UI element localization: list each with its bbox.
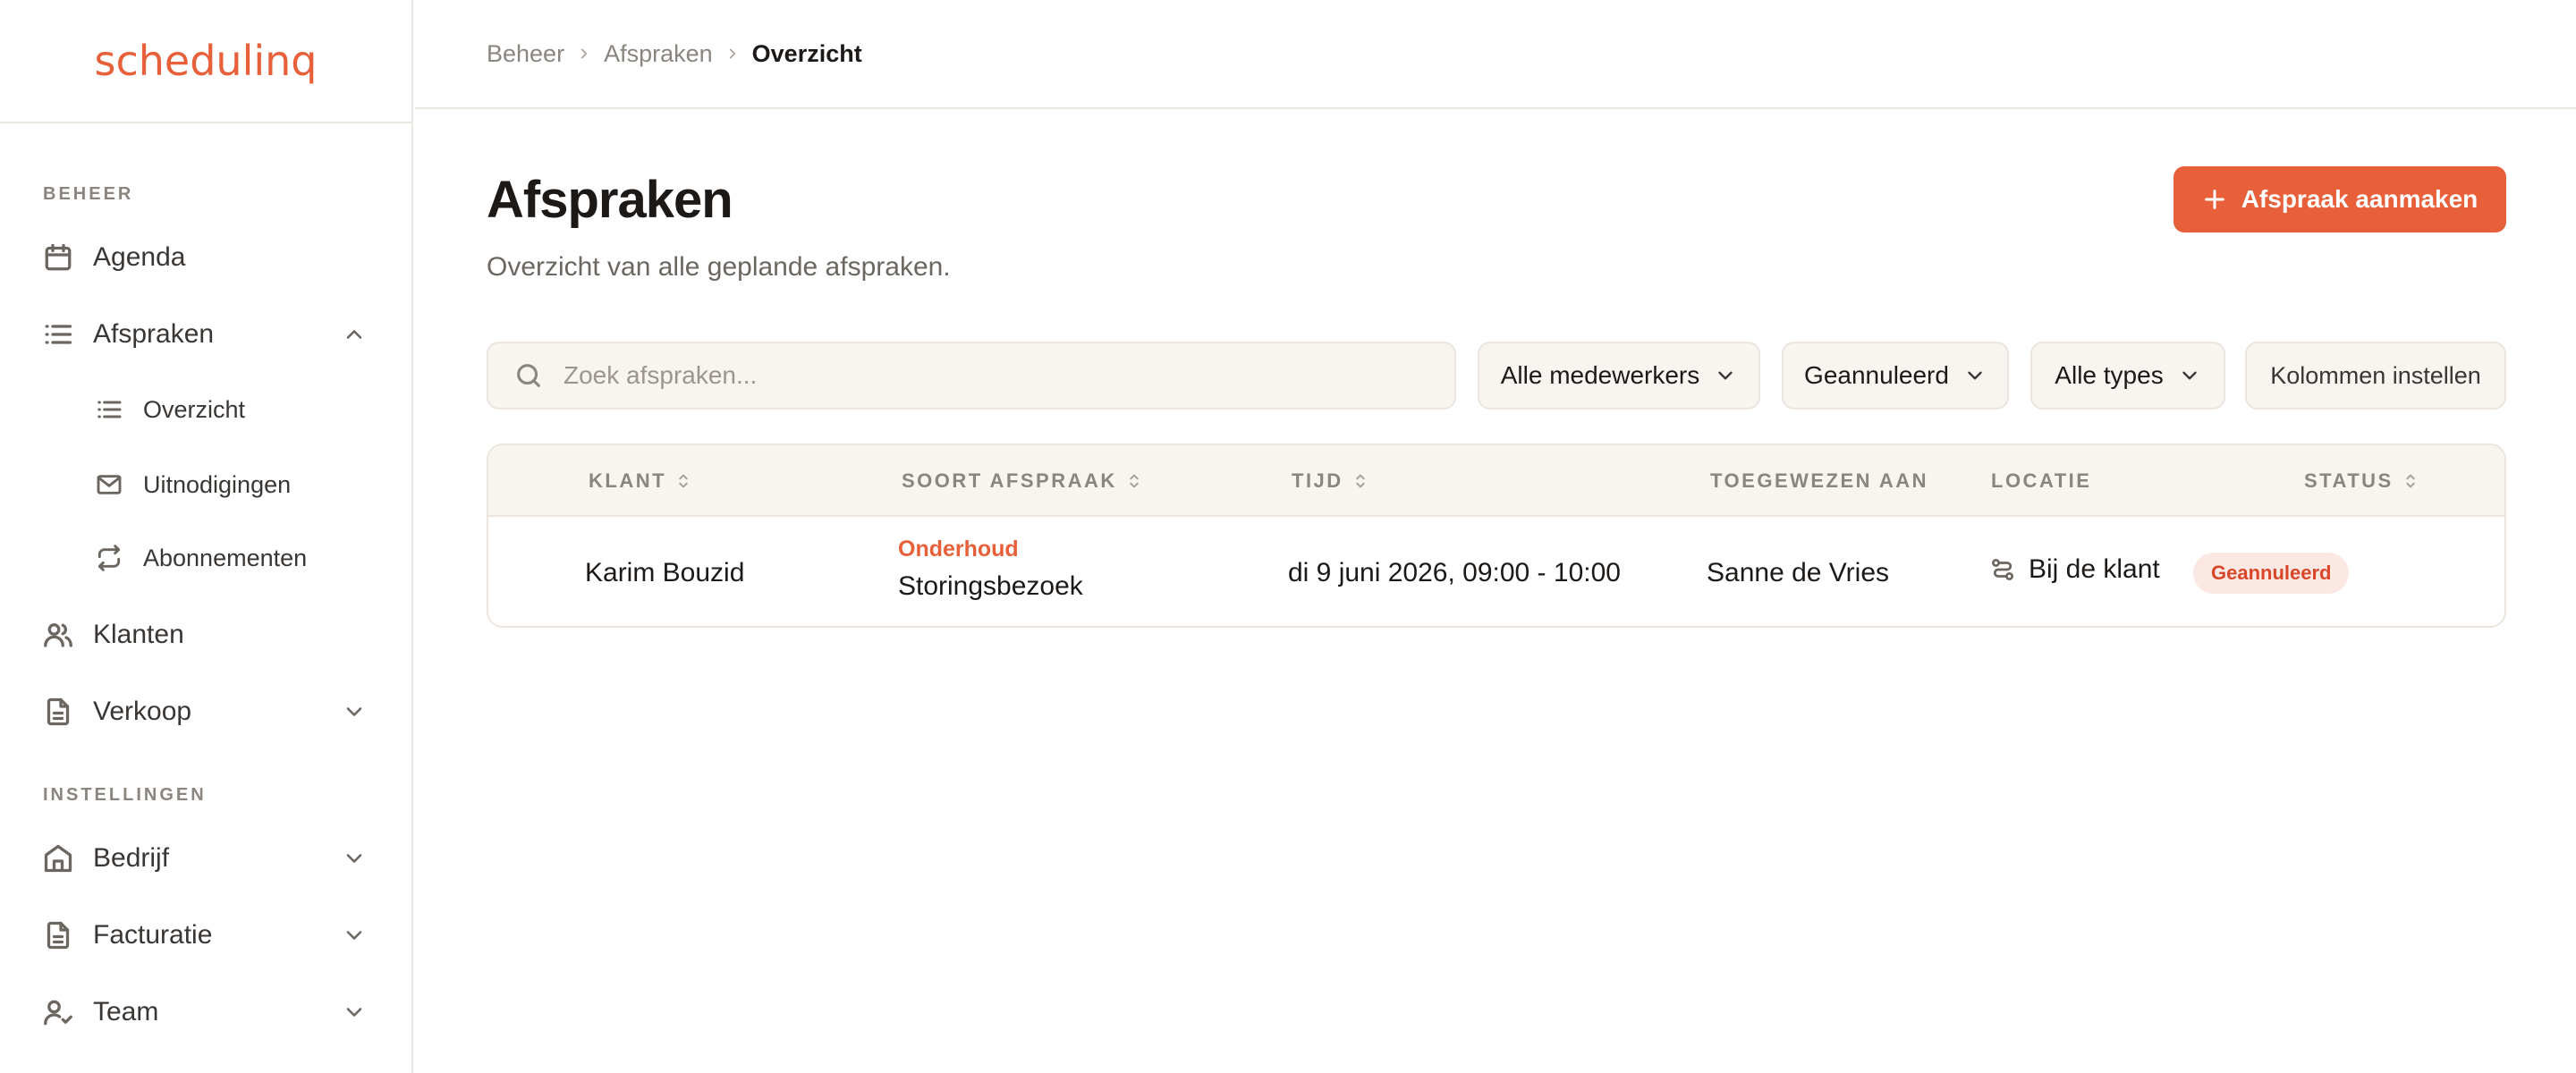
column-header-tijd[interactable]: TIJD [1292, 445, 1370, 517]
sidebar-subitem-label: Overzicht [143, 395, 246, 423]
appointments-table: KLANT SOORT AFSPRAAK TIJD TOEGEWEZEN AAN… [487, 444, 2506, 628]
mail-icon [93, 469, 125, 501]
employee-filter-dropdown[interactable]: Alle medewerkers [1478, 342, 1760, 410]
employee-filter-value: Alle medewerkers [1500, 361, 1700, 389]
column-header-label: TOEGEWEZEN AAN [1710, 469, 1929, 492]
chevron-down-icon[interactable] [342, 846, 367, 871]
chevron-up-icon[interactable] [342, 322, 367, 347]
chevron-right-icon [713, 43, 752, 64]
table-header: KLANT SOORT AFSPRAAK TIJD TOEGEWEZEN AAN… [488, 445, 2504, 517]
sidebar-item-label: Afspraken [93, 319, 215, 349]
sort-icon [1130, 474, 1139, 488]
type-filter-dropdown[interactable]: Alle types [2030, 342, 2225, 410]
status-badge: Geannuleerd [2193, 553, 2350, 594]
column-header-label: TIJD [1292, 469, 1343, 492]
logo-area: schedulinq [0, 0, 411, 123]
app-logo[interactable]: schedulinq [95, 37, 318, 85]
table-row[interactable]: Karim Bouzid Onderhoud Storingsbezoek di… [488, 519, 2504, 626]
sidebar-subitem-label: Uitnodigingen [143, 470, 292, 498]
sidebar-item-label: Bedrijf [93, 843, 170, 873]
breadcrumb-item-current: Overzicht [751, 39, 862, 67]
section-label-beheer: BEHEER [43, 184, 134, 204]
cell-client: Karim Bouzid [585, 558, 745, 587]
sidebar-item-label: Team [93, 997, 159, 1027]
location-label: Bij de klant [2029, 554, 2160, 584]
repeat-icon [93, 542, 125, 574]
sidebar-subitem-abonnementen[interactable]: Abonnementen [93, 533, 379, 583]
calendar-icon [39, 239, 77, 276]
column-header-klant[interactable]: KLANT [589, 445, 693, 517]
columns-settings-button[interactable]: Kolommen instellen [2245, 342, 2506, 410]
column-header-soort[interactable]: SOORT AFSPRAAK [902, 445, 1144, 517]
chevron-down-icon [1968, 371, 1982, 380]
status-filter-value: Geannuleerd [1804, 361, 1949, 389]
status-filter-dropdown[interactable]: Geannuleerd [1782, 342, 2009, 410]
type-name: Storingsbezoek [898, 571, 1083, 601]
column-header-status[interactable]: STATUS [2304, 445, 2420, 517]
column-header-toegewezen: TOEGEWEZEN AAN [1710, 445, 1928, 517]
search-icon [517, 364, 540, 387]
columns-settings-label: Kolommen instellen [2270, 361, 2481, 389]
chevron-down-icon[interactable] [342, 699, 367, 724]
sidebar-item-facturatie[interactable]: Facturatie [36, 908, 379, 962]
column-header-label: LOCATIE [1991, 469, 2092, 492]
sidebar-item-klanten[interactable]: Klanten [36, 608, 379, 662]
search-box[interactable] [487, 342, 1456, 410]
create-appointment-button[interactable]: Afspraak aanmaken [2174, 166, 2506, 232]
chevron-down-icon [2182, 371, 2197, 380]
users-icon [39, 616, 77, 654]
cell-location: Bij de klant [1989, 554, 2160, 585]
building-icon [39, 840, 77, 877]
column-header-label: KLANT [589, 469, 667, 492]
breadcrumb-item-beheer[interactable]: Beheer [487, 40, 564, 68]
cell-time: di 9 juni 2026, 09:00 - 10:00 [1288, 558, 1621, 587]
sidebar-item-afspraken[interactable]: Afspraken [36, 308, 379, 361]
sort-icon [2406, 474, 2415, 488]
sort-icon [679, 474, 688, 488]
cell-type: Onderhoud Storingsbezoek [898, 536, 1083, 602]
section-label-instellingen: INSTELLINGEN [43, 785, 207, 805]
chevron-down-icon [1718, 371, 1733, 380]
sidebar-item-label: Agenda [93, 242, 186, 272]
sidebar-item-team[interactable]: Team [36, 985, 379, 1039]
page-title: Afspraken [487, 171, 733, 229]
column-header-label: SOORT AFSPRAAK [902, 469, 1117, 492]
chevron-right-icon [564, 43, 604, 64]
plus-icon [2204, 190, 2224, 209]
sort-icon [1356, 474, 1365, 488]
column-header-label: STATUS [2304, 469, 2394, 492]
sidebar-item-agenda[interactable]: Agenda [36, 231, 379, 284]
sidebar-item-label: Verkoop [93, 697, 192, 726]
user-check-icon [39, 993, 77, 1031]
breadcrumb: Beheer Afspraken Overzicht [415, 0, 2576, 109]
column-header-locatie: LOCATIE [1991, 445, 2091, 517]
cell-assigned: Sanne de Vries [1707, 558, 1890, 587]
document-icon [39, 693, 77, 731]
chevron-down-icon[interactable] [342, 923, 367, 948]
search-input[interactable] [562, 360, 1367, 391]
create-appointment-label: Afspraak aanmaken [2241, 185, 2479, 213]
page-subtitle: Overzicht van alle geplande afspraken. [487, 252, 951, 282]
sidebar: schedulinq BEHEER Agenda Afspraken Overz… [0, 0, 413, 1073]
type-filter-value: Alle types [2055, 361, 2164, 389]
type-category: Onderhoud [898, 536, 1019, 562]
sidebar-subitem-label: Abonnementen [143, 544, 308, 571]
list-icon [93, 393, 125, 426]
sidebar-subitem-overzicht[interactable]: Overzicht [93, 384, 379, 435]
sidebar-subitem-uitnodigingen[interactable]: Uitnodigingen [93, 460, 379, 510]
chevron-down-icon[interactable] [342, 1000, 367, 1025]
breadcrumb-item-afspraken[interactable]: Afspraken [604, 40, 713, 68]
document-icon [39, 917, 77, 954]
sidebar-item-verkoop[interactable]: Verkoop [36, 685, 379, 739]
list-icon [39, 316, 77, 353]
route-icon [1992, 559, 2013, 580]
main-content: Beheer Afspraken Overzicht Afspraken Ove… [415, 0, 2576, 1073]
sidebar-item-label: Klanten [93, 620, 184, 649]
sidebar-item-bedrijf[interactable]: Bedrijf [36, 832, 379, 885]
sidebar-item-label: Facturatie [93, 920, 213, 950]
